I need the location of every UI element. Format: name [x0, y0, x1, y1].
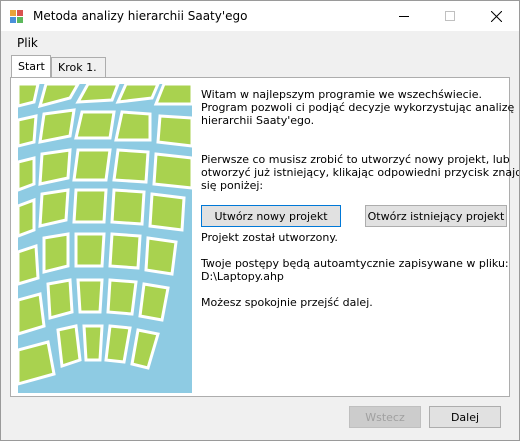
welcome-line-2: Program pozwoli ci podjąć decyzje wykorz… — [201, 101, 515, 114]
status-text: Projekt został utworzony. — [201, 231, 338, 244]
minimize-button[interactable] — [381, 1, 427, 31]
title-bar[interactable]: Metoda analizy hierarchii Saaty'ego — [1, 1, 519, 31]
back-button[interactable]: Wstecz — [349, 406, 421, 428]
tab-panel-start: Witam w najlepszym programie we wszechśw… — [10, 77, 519, 397]
tab-start[interactable]: Start — [11, 55, 51, 77]
decorative-pattern-image — [18, 84, 192, 393]
maximize-icon — [445, 11, 455, 21]
open-project-button[interactable]: Otwórz istniejący projekt — [365, 205, 507, 227]
instruction-line-2: otworzyć już istniejący, klikając odpowi… — [201, 166, 520, 179]
next-button[interactable]: Dalej — [429, 406, 501, 428]
window-title: Metoda analizy hierarchii Saaty'ego — [33, 9, 248, 23]
welcome-line-3: hierarchii Saaty'ego. — [201, 114, 315, 127]
instruction-line-3: się poniżej: — [201, 179, 264, 192]
close-button[interactable] — [473, 1, 519, 31]
menu-plik[interactable]: Plik — [17, 36, 38, 50]
instruction-line-1: Pierwsze co musisz zrobić to utworzyć no… — [201, 153, 510, 166]
autosave-line-1: Twoje postępy będą autoamtycznie zapisyw… — [201, 257, 509, 270]
app-window: Metoda analizy hierarchii Saaty'ego Plik… — [0, 0, 520, 441]
tab-krok-1[interactable]: Krok 1. — [51, 57, 106, 77]
close-icon — [490, 10, 502, 22]
minimize-icon — [399, 16, 409, 17]
menu-bar: Plik — [1, 31, 519, 55]
app-icon — [10, 10, 23, 23]
maximize-button[interactable] — [427, 1, 473, 31]
create-project-button[interactable]: Utwórz nowy projekt — [201, 205, 341, 227]
welcome-line-1: Witam w najlepszym programie we wszechśw… — [201, 88, 482, 101]
continue-text: Możesz spokojnie przejść dalej. — [201, 296, 373, 309]
autosave-path: D:\Laptopy.ahp — [201, 270, 284, 283]
